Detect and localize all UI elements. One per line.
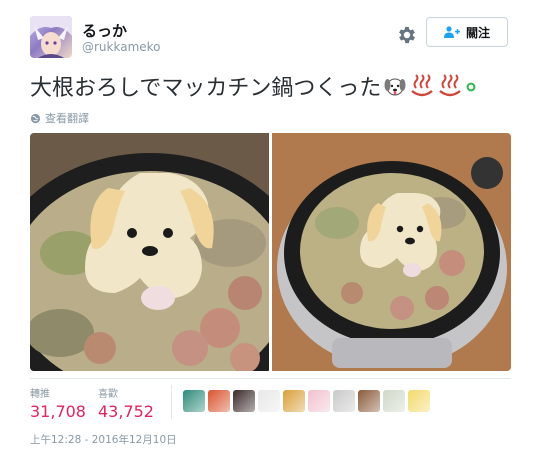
- tweet-text-body: 大根おろしでマッカチン鍋つくった: [30, 76, 382, 101]
- liker-avatar[interactable]: [258, 390, 280, 412]
- follow-label: 關注: [465, 25, 490, 40]
- tweet-timestamp[interactable]: 上午12:28 - 2016年12月10日: [30, 432, 177, 447]
- likes-label: 喜歡: [98, 389, 118, 400]
- stats-separator: [171, 385, 172, 419]
- liker-avatar[interactable]: [333, 390, 355, 412]
- user-handle[interactable]: @rukkameko: [82, 40, 161, 54]
- translate-label: 查看翻譯: [45, 112, 89, 125]
- photo-electric-pot[interactable]: [272, 133, 511, 371]
- dog-face-emoji: [384, 78, 406, 96]
- liker-avatar[interactable]: [408, 390, 430, 412]
- likes-stat[interactable]: 喜歡 43,752: [98, 385, 154, 421]
- retweets-stat[interactable]: 轉推 31,708: [30, 385, 86, 421]
- liker-avatar[interactable]: [358, 390, 380, 412]
- stats-divider: [30, 378, 511, 379]
- liker-avatar[interactable]: [233, 390, 255, 412]
- hot-springs-emoji: [411, 74, 434, 97]
- liker-avatar[interactable]: [183, 390, 205, 412]
- retweets-label: 轉推: [30, 389, 50, 400]
- retweets-count: 31,708: [30, 402, 86, 421]
- tweet-media: [30, 133, 511, 371]
- green-dot-icon: [466, 82, 476, 92]
- display-name[interactable]: るっか: [82, 20, 127, 41]
- liker-avatars: [183, 390, 430, 412]
- liker-avatar[interactable]: [383, 390, 405, 412]
- translate-link[interactable]: 查看翻譯: [30, 110, 89, 126]
- tweet-text: 大根おろしでマッカチン鍋つくった: [30, 70, 477, 102]
- hot-springs-emoji: [439, 74, 462, 97]
- gear-icon[interactable]: [396, 24, 418, 46]
- globe-icon: [30, 113, 41, 123]
- likes-count: 43,752: [98, 402, 154, 421]
- user-avatar[interactable]: [30, 16, 72, 58]
- follow-button[interactable]: 關注: [426, 17, 508, 47]
- photo-hotpot-closeup[interactable]: [30, 133, 269, 371]
- avatar-illustration: [30, 16, 72, 58]
- liker-avatar[interactable]: [208, 390, 230, 412]
- person-add-icon: [443, 26, 460, 38]
- liker-avatar[interactable]: [283, 390, 305, 412]
- liker-avatar[interactable]: [308, 390, 330, 412]
